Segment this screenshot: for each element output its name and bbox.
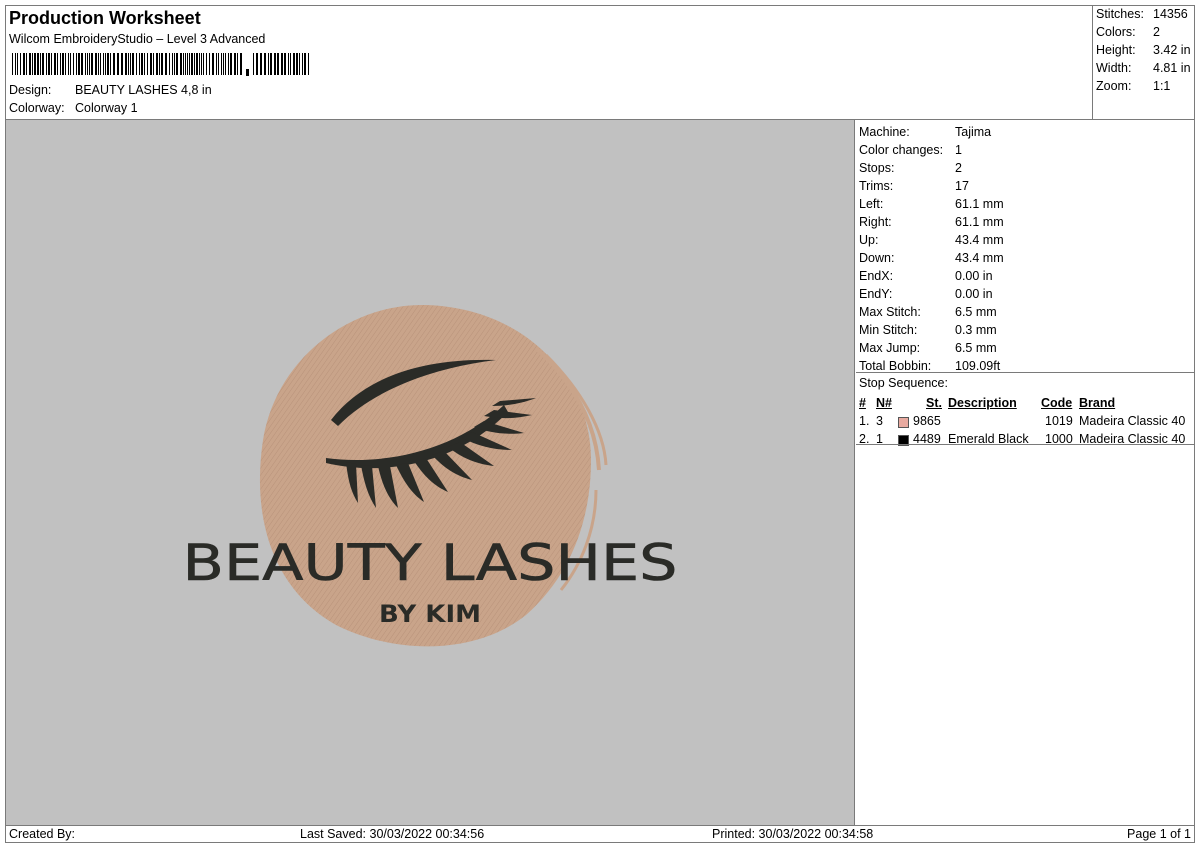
thread-color-swatch (898, 417, 909, 428)
table-row: 1. 3 9865 1019 Madeira Classic 40 (859, 414, 1186, 428)
col-brand: Brand (1079, 396, 1116, 410)
col-stitches: St. (926, 396, 942, 410)
stop-sequence-title: Stop Sequence: (859, 376, 948, 390)
property-row: Trims: 17 (859, 179, 969, 193)
design-properties-panel: Machine: Tajima Color changes: 1 Stops: 2 T… (856, 120, 1194, 825)
design-preview: BEAUTY LASHES BY KIM (6, 120, 855, 825)
table-header-row: # N# St. Description Code Brand (856, 396, 1194, 414)
col-description: Description (948, 396, 1017, 410)
col-code: Code (1041, 396, 1073, 410)
property-row: Min Stitch: 0.3 mm (859, 323, 997, 337)
property-row: Max Jump: 6.5 mm (859, 341, 997, 355)
summary-row: Stitches: 14356 (1096, 7, 1188, 21)
design-summary: Stitches: 14356 Colors: 2 Height: 3.42 in W… (1092, 6, 1195, 119)
summary-row: Width: 4.81 in (1096, 61, 1191, 75)
software-name: Wilcom EmbroideryStudio – Level 3 Advanc… (9, 32, 266, 46)
worksheet-header: Production Worksheet Wilcom EmbroiderySt… (6, 6, 1092, 119)
property-row: Left: 61.1 mm (859, 197, 1004, 211)
table-row: 2. 1 4489 Emerald Black 1000 Madeira Cla… (859, 432, 1186, 446)
property-row: Up: 43.4 mm (859, 233, 1004, 247)
stop-sequence-divider (856, 372, 1194, 373)
property-row: Down: 43.4 mm (859, 251, 1004, 265)
property-row: Right: 61.1 mm (859, 215, 1004, 229)
summary-row: Zoom: 1:1 (1096, 79, 1171, 93)
property-row: Color changes: 1 (859, 143, 962, 157)
property-row: Max Stitch: 6.5 mm (859, 305, 997, 319)
worksheet-frame: Production Worksheet Wilcom EmbroiderySt… (5, 5, 1195, 843)
stop-sequence-end-divider (856, 444, 1194, 445)
design-row: Design: BEAUTY LASHES 4,8 in (9, 83, 212, 97)
design-title-text: BEAUTY LASHES (183, 534, 678, 592)
colorway-label: Colorway: (9, 101, 65, 115)
property-row: EndY: 0.00 in (859, 287, 993, 301)
page-title: Production Worksheet (9, 8, 201, 28)
page-number: Page 1 of 1 (1127, 827, 1191, 841)
summary-row: Colors: 2 (1096, 25, 1160, 39)
last-saved: Last Saved: 30/03/2022 00:34:56 (300, 827, 485, 841)
colorway-row: Colorway: Colorway 1 (9, 101, 138, 115)
property-row: Stops: 2 (859, 161, 962, 175)
col-needle: N# (876, 396, 892, 410)
col-number: # (859, 396, 866, 410)
embroidery-design: BEAUTY LASHES BY KIM (182, 304, 678, 647)
printed-date: Printed: 30/03/2022 00:34:58 (712, 827, 874, 841)
design-subtitle-text: BY KIM (379, 600, 481, 628)
design-label: Design: (9, 83, 52, 97)
property-row: Machine: Tajima (859, 125, 992, 139)
colorway-value: Colorway 1 (75, 101, 138, 115)
property-row: EndX: 0.00 in (859, 269, 993, 283)
property-row: Total Bobbin: 109.09ft (859, 359, 1001, 373)
created-by: Created By: (9, 827, 76, 841)
summary-row: Height: 3.42 in (1096, 43, 1191, 57)
design-value: BEAUTY LASHES 4,8 in (75, 83, 212, 97)
worksheet-footer: Created By: Last Saved: 30/03/2022 00:34… (6, 826, 1194, 842)
barcode (12, 53, 309, 76)
